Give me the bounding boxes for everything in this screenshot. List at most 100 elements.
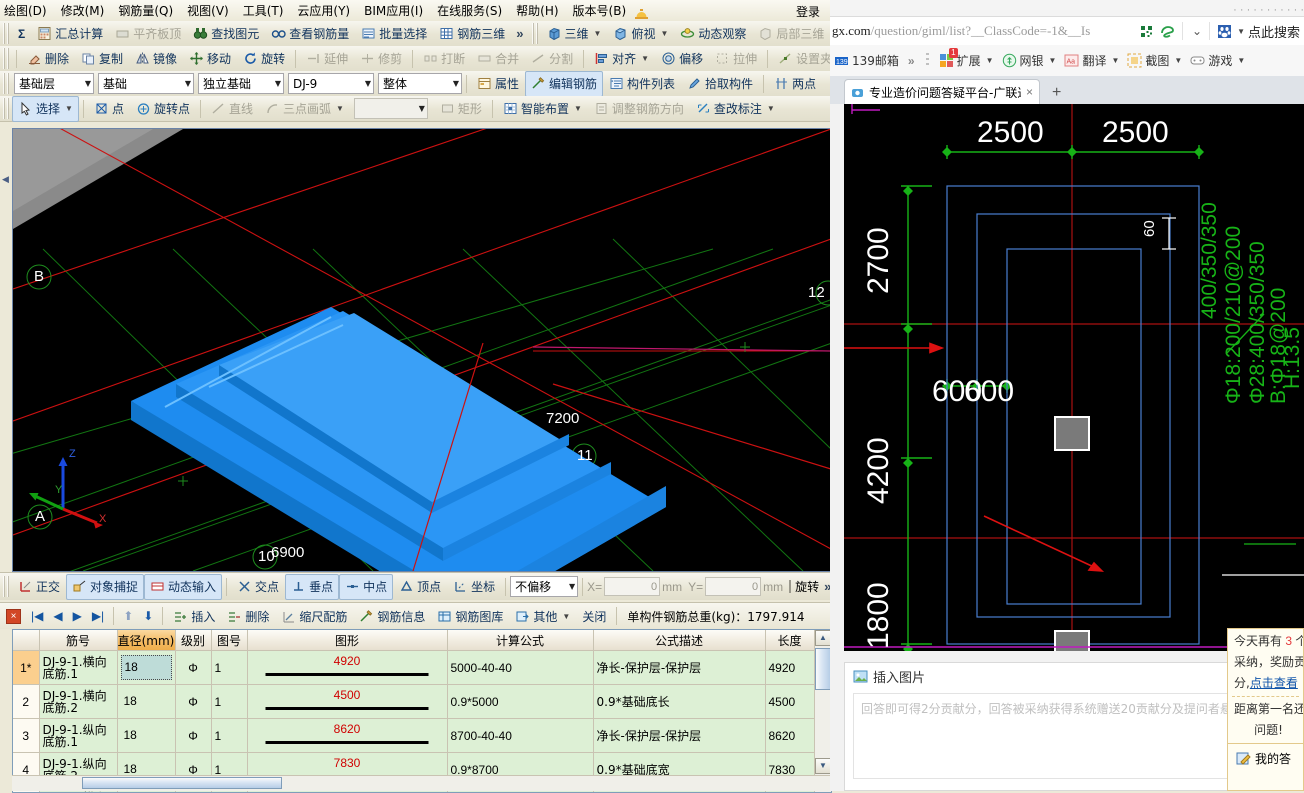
scroll-down-arrow-icon[interactable]: ▼ [815, 758, 831, 774]
toolbar1-overflow[interactable]: » [511, 26, 528, 41]
toolbar-grip[interactable] [3, 23, 10, 44]
btn-rebar-3d[interactable]: 钢筋三维 [433, 21, 511, 47]
btn-flush-slab-top[interactable]: 平齐板顶 [109, 21, 187, 47]
menu-item-version[interactable]: 版本号(B) [566, 0, 634, 21]
select-offset-mode[interactable]: 不偏移▼ [510, 576, 578, 597]
ie-compat-icon[interactable] [1160, 24, 1175, 39]
cell-diameter[interactable]: 18 [117, 651, 175, 685]
btn-rebar-info[interactable]: 钢筋信息 [353, 603, 431, 629]
select-category[interactable]: 基础▼ [98, 73, 194, 94]
scroll-up-arrow-icon[interactable]: ▲ [815, 630, 831, 646]
bookmark-games[interactable]: 游戏 ▼ [1186, 52, 1249, 69]
toolbar-grip-4[interactable] [3, 98, 10, 119]
menu-item-bim[interactable]: BIM应用(I) [357, 0, 430, 21]
btn-insert-row[interactable]: 插入 [167, 603, 221, 629]
menu-item-help[interactable]: 帮助(H) [509, 0, 565, 21]
page-cad-drawing[interactable]: 400/350/350 Φ18:200/210@200 Φ28:400/350/… [844, 104, 1304, 651]
chevron-down-icon-dim[interactable]: ▼ [767, 104, 775, 113]
tab-active[interactable]: 专业造价问题答疑平台-广联达 × [844, 79, 1040, 104]
chevron-down-icon-shot[interactable]: ▼ [1174, 56, 1182, 65]
btn-break[interactable]: 打断 [417, 46, 471, 72]
select-component-type[interactable]: 独立基础▼ [198, 73, 284, 94]
btn-pick-component[interactable]: 拾取构件 [681, 71, 759, 97]
menu-item-draw[interactable]: 绘图(D) [0, 0, 54, 21]
x-offset-input[interactable]: 0 [604, 577, 660, 596]
snap-vertex[interactable]: 顶点 [393, 574, 447, 600]
chevron-down-icon-offset[interactable]: ▼ [565, 582, 575, 591]
snapbar-grip[interactable] [3, 576, 10, 597]
address-bar[interactable]: gx.com/question/giml/list?__ClassCode=-1… [830, 16, 1304, 46]
chevron-down-icon-ebank[interactable]: ▼ [1049, 56, 1057, 65]
btn-delete[interactable]: 删除 [21, 46, 75, 72]
nav-prev[interactable]: ◀ [48, 609, 67, 623]
close-icon-tab[interactable]: × [1026, 85, 1033, 99]
snap-perpendicular[interactable]: 垂点 [285, 574, 339, 600]
btn-extend[interactable]: 延伸 [300, 46, 354, 72]
btn-rebar-library[interactable]: 钢筋图库 [431, 603, 509, 629]
chevron-down-icon-type[interactable]: ▼ [271, 79, 281, 88]
th-shape[interactable]: 图形 [247, 630, 447, 651]
btn-close-rebar-panel[interactable]: 关闭 [576, 603, 612, 629]
th-grade[interactable]: 级别 [175, 630, 211, 651]
btn-view-rebar-qty[interactable]: 查看钢筋量 [265, 21, 355, 47]
chevron-down-icon-align[interactable]: ▼ [641, 54, 649, 63]
menu-item-cloud[interactable]: 云应用(Y) [290, 0, 357, 21]
notification-popup[interactable]: 今天再有 3 个 采纳，奖励贡 分,点击查看 距离第一名还 问题! 我的答 [1227, 628, 1304, 791]
chevron-down-icon-search[interactable]: ▼ [1237, 27, 1245, 36]
snap-coordinate[interactable]: 坐标 [447, 574, 501, 600]
btn-others[interactable]: 其他 ▼ [509, 603, 576, 629]
3d-viewport[interactable]: Z X Y 7200 6900 6300 12 11 10 B A [12, 128, 832, 572]
toggle-ortho[interactable]: 正交 [12, 574, 66, 600]
chevron-down-icon-trans[interactable]: ▼ [1111, 56, 1119, 65]
btn-edit-rebar[interactable]: 编辑钢筋 [525, 71, 603, 97]
scroll-thumb[interactable] [815, 648, 831, 690]
toolbar-grip-3[interactable] [3, 73, 10, 94]
qrcode-icon[interactable] [1139, 24, 1154, 39]
btn-rotate-point[interactable]: 旋转点 [130, 96, 196, 122]
toolbar-grip-2[interactable] [3, 48, 10, 69]
btn-smart-layout[interactable]: 智能布置 ▼ [497, 96, 588, 122]
btn-move[interactable]: 移动 [183, 46, 237, 72]
bookmark-screenshot[interactable]: 截图 ▼ [1123, 52, 1186, 69]
nav-up[interactable]: ⬆ [118, 609, 138, 623]
btn-3d-view[interactable]: 三维 ▼ [541, 21, 608, 47]
btn-rectangle[interactable]: 矩形 [434, 96, 488, 122]
snap-intersection[interactable]: 交点 [231, 574, 285, 600]
th-jinhao[interactable]: 筋号 [39, 630, 117, 651]
btn-delete-row[interactable]: 删除 [221, 603, 275, 629]
snap-midpoint[interactable]: 中点 [339, 574, 393, 600]
btn-point[interactable]: 点 [88, 96, 130, 122]
close-icon[interactable]: × [6, 609, 21, 624]
btn-summary-calc[interactable]: 汇总计算 [31, 21, 109, 47]
bookmarks-overflow[interactable]: » [903, 54, 920, 68]
hscroll-thumb[interactable] [82, 777, 282, 789]
th-formula[interactable]: 计算公式 [447, 630, 593, 651]
select-whole[interactable]: 整体▼ [378, 73, 462, 94]
btn-align[interactable]: 对齐 ▼ [588, 46, 655, 72]
url-text[interactable]: gx.com/question/giml/list?__ClassCode=-1… [830, 23, 1139, 39]
btn-dynamic-observe[interactable]: 动态观察 [674, 21, 752, 47]
table-row[interactable]: 2 DJ-9-1.横向底筋.2 18 Φ 1 4500 0.9*5000 0.9… [13, 685, 814, 719]
popup-view-link[interactable]: 点击查看 [1250, 676, 1298, 690]
grid-horizontal-scrollbar[interactable] [12, 775, 830, 791]
btn-select[interactable]: 选择 ▼ [12, 96, 79, 122]
nav-last[interactable]: ▶| [87, 609, 109, 623]
th-formula-desc[interactable]: 公式描述 [593, 630, 765, 651]
chevron-down-icon-ext[interactable]: ▼ [986, 56, 994, 65]
chevron-down-icon[interactable]: ▼ [594, 29, 602, 38]
menu-item-tools[interactable]: 工具(T) [236, 0, 291, 21]
toolbar-grip-view[interactable] [532, 23, 539, 44]
bookmark-ebank[interactable]: 网银 ▼ [998, 52, 1061, 69]
btn-merge[interactable]: 合并 [471, 46, 525, 72]
th-length[interactable]: 长度 [765, 630, 814, 651]
btn-copy[interactable]: 复制 [75, 46, 129, 72]
btn-top-view[interactable]: 俯视 ▼ [607, 21, 674, 47]
cell-diameter[interactable]: 18 [117, 685, 175, 719]
btn-rotate[interactable]: 旋转 [237, 46, 291, 72]
select-component-name[interactable]: DJ-9▼ [288, 73, 374, 94]
btn-split[interactable]: 分割 [525, 46, 579, 72]
toggle-object-snap[interactable]: 对象捕捉 [66, 574, 144, 600]
bookmark-translate[interactable]: Aa 翻译 ▼ [1060, 52, 1123, 69]
chevron-down-icon-url[interactable]: ⌄ [1192, 24, 1202, 38]
btn-properties[interactable]: 属性 [471, 71, 525, 97]
